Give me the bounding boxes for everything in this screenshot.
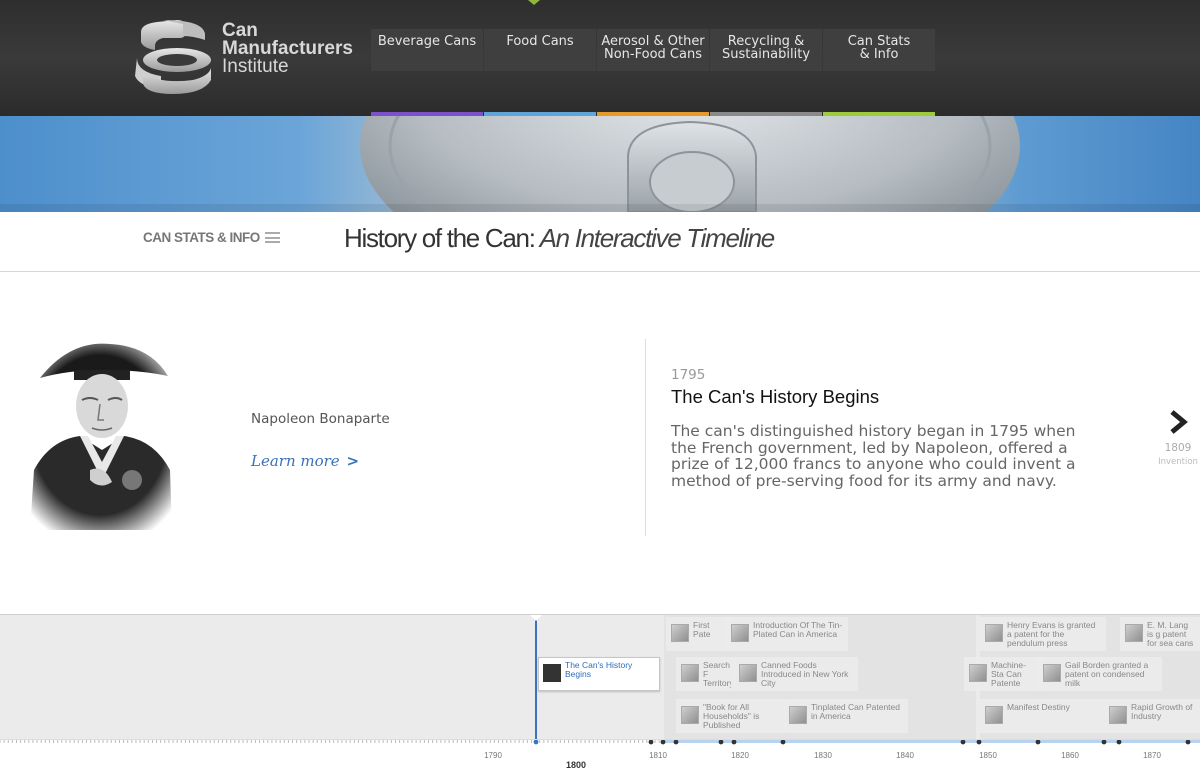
marker-label: Rapid Growth of Industry bbox=[1131, 703, 1193, 721]
timeline-marker[interactable]: Introduction Of The Tin-Plated Can in Am… bbox=[726, 617, 848, 651]
timeline-marker[interactable]: Search F Territory bbox=[676, 657, 736, 691]
timeline-marker[interactable]: Rapid Growth of Industry bbox=[1104, 699, 1200, 733]
timeline-marker[interactable]: "Book for All Households" is Published bbox=[676, 699, 786, 733]
marker-label: Canned Foods Introduced in New York City bbox=[761, 661, 849, 688]
marker-label: "Book for All Households" is Published bbox=[703, 703, 760, 730]
title-strip: CAN STATS & INFO History of the Can: An … bbox=[0, 212, 1200, 272]
can-lid-illustration bbox=[0, 116, 1200, 212]
marker-thumbnail bbox=[543, 664, 561, 682]
section-link-label: CAN STATS & INFO bbox=[143, 230, 260, 245]
timeline-marker[interactable]: Machine-Sta Can Patente bbox=[964, 657, 1042, 691]
timeline-marker[interactable]: First Pate bbox=[666, 617, 730, 651]
page-title: History of the Can: An Interactive Timel… bbox=[344, 223, 776, 254]
marker-thumbnail bbox=[1043, 664, 1061, 682]
timeline-caret bbox=[529, 615, 543, 621]
page-title-main: History of the Can: bbox=[344, 223, 536, 253]
marker-thumbnail bbox=[985, 624, 1003, 642]
event-title: The Can's History Begins bbox=[671, 386, 880, 407]
event-date: 1795 bbox=[671, 367, 706, 383]
page-title-italic: An Interactive Timeline bbox=[534, 223, 776, 253]
marker-thumbnail bbox=[681, 664, 699, 682]
marker-label: Gail Borden granted a patent on condense… bbox=[1065, 661, 1149, 688]
nav-item-label: Can Stats & Info bbox=[847, 34, 911, 62]
timeline-marker[interactable]: Henry Evans is granted a patent for the … bbox=[980, 617, 1106, 651]
marker-thumbnail bbox=[681, 706, 699, 724]
marker-thumbnail bbox=[789, 706, 807, 724]
marker-label: Henry Evans is granted a patent for the … bbox=[1007, 621, 1096, 648]
tick-label: 1870 bbox=[1143, 751, 1161, 760]
event-description: The can's distinguished history began in… bbox=[671, 422, 1076, 491]
marker-thumbnail bbox=[671, 624, 689, 642]
tick-label: 1850 bbox=[979, 751, 997, 760]
marker-label: Introduction Of The Tin-Plated Can in Am… bbox=[753, 621, 843, 639]
next-event-label: Invention bbox=[1158, 457, 1198, 467]
tick-label: 1810 bbox=[649, 751, 667, 760]
marker-thumbnail bbox=[1109, 706, 1127, 724]
tick-label: 1860 bbox=[1061, 751, 1079, 760]
tick-label-major: 1800 bbox=[565, 760, 587, 769]
nav-aerosol-cans[interactable]: Aerosol & Other Non-Food Cans bbox=[597, 29, 709, 116]
nav-item-label: Aerosol & Other Non-Food Cans bbox=[601, 34, 705, 62]
timeline-marker[interactable]: Manifest Destiny bbox=[980, 699, 1104, 733]
can-logo-icon bbox=[135, 20, 211, 94]
marker-label: E. M. Lang is g patent for sea cans bbox=[1147, 621, 1194, 648]
hamburger-menu-icon bbox=[264, 232, 280, 243]
media-caption: Napoleon Bonaparte bbox=[251, 411, 390, 427]
timeline-current-position-line bbox=[535, 615, 537, 741]
learn-more-label: Learn more bbox=[251, 452, 340, 470]
timeline-marker[interactable]: Gail Borden granted a patent on condense… bbox=[1038, 657, 1162, 691]
marker-thumbnail bbox=[1125, 624, 1143, 642]
next-event-button[interactable]: 1809 Invention bbox=[1148, 410, 1200, 467]
marker-thumbnail bbox=[731, 624, 749, 642]
hero-banner-image bbox=[0, 116, 1200, 212]
nav-item-label: Beverage Cans bbox=[377, 34, 477, 49]
site-logo[interactable]: Can Manufacturers Institute bbox=[133, 18, 363, 98]
marker-thumbnail bbox=[739, 664, 757, 682]
timeline-navigator[interactable]: The Can's History Begins First Pate Intr… bbox=[0, 614, 1200, 769]
chevron-right-icon bbox=[1148, 410, 1200, 438]
marker-label: Manifest Destiny bbox=[1007, 703, 1070, 712]
nav-recycling[interactable]: Recycling & Sustainability bbox=[710, 29, 822, 116]
learn-more-link[interactable]: Learn more > bbox=[251, 452, 359, 470]
main-nav: Beverage Cans Food Cans Aerosol & Other … bbox=[371, 29, 936, 116]
nav-indicator-caret bbox=[528, 0, 540, 5]
next-event-year: 1809 bbox=[1164, 442, 1192, 454]
nav-item-label: Food Cans bbox=[506, 34, 574, 49]
marker-thumbnail bbox=[985, 706, 1003, 724]
section-menu-link[interactable]: CAN STATS & INFO bbox=[143, 230, 280, 245]
tick-label: 1840 bbox=[896, 751, 914, 760]
timeline-marker[interactable]: The Can's History Begins bbox=[538, 657, 660, 691]
nav-beverage-cans[interactable]: Beverage Cans bbox=[371, 29, 483, 116]
nav-can-stats[interactable]: Can Stats & Info bbox=[823, 29, 935, 116]
tick-label: 1790 bbox=[484, 751, 502, 760]
marker-label: Machine-Sta Can Patente bbox=[991, 661, 1026, 688]
timeline-axis[interactable]: 1790 1810 1820 1830 1840 1850 1860 1870 … bbox=[0, 739, 1200, 769]
nav-food-cans[interactable]: Food Cans bbox=[484, 29, 596, 116]
timeline-marker[interactable]: Canned Foods Introduced in New York City bbox=[734, 657, 858, 691]
site-header: Can Manufacturers Institute Beverage Can… bbox=[0, 0, 1200, 116]
logo-wordmark: Can Manufacturers Institute bbox=[222, 21, 353, 77]
nav-item-label: Recycling & Sustainability bbox=[721, 34, 811, 62]
marker-thumbnail bbox=[969, 664, 987, 682]
napoleon-portrait-image bbox=[20, 340, 180, 530]
content-divider bbox=[645, 339, 646, 536]
marker-label: The Can's History Begins bbox=[565, 661, 633, 679]
marker-label: Search F Territory bbox=[703, 661, 731, 688]
timeline-marker[interactable]: Tinplated Can Patented in America bbox=[784, 699, 908, 733]
logo-line-3: Institute bbox=[222, 56, 289, 77]
event-detail-panel: Napoleon Bonaparte Learn more > 1795 The… bbox=[0, 272, 1200, 614]
marker-label: First Pate bbox=[693, 621, 711, 639]
timeline-marker[interactable]: E. M. Lang is g patent for sea cans bbox=[1120, 617, 1200, 651]
tick-label: 1820 bbox=[731, 751, 749, 760]
timeline-ruler bbox=[0, 740, 1200, 745]
chevron-right-icon: > bbox=[346, 452, 360, 470]
tick-label: 1830 bbox=[814, 751, 832, 760]
marker-label: Tinplated Can Patented in America bbox=[811, 703, 900, 721]
